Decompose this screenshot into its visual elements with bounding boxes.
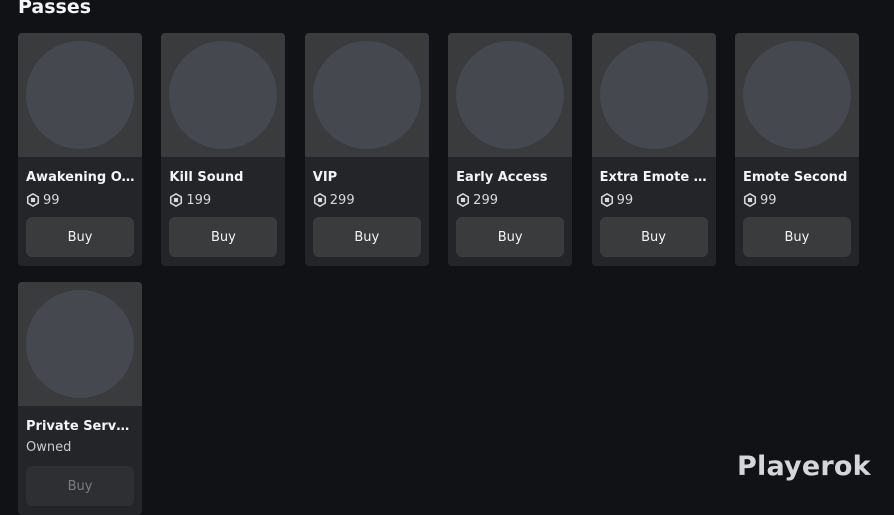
price-value: 99 [43,192,60,208]
pass-thumbnail[interactable] [161,33,286,157]
pass-name[interactable]: Awakening O... [26,170,136,186]
owned-status: Owned [26,440,72,455]
pass-price: 99 [26,192,60,208]
pass-card[interactable]: Extra Emote S... 99 Buy [591,33,716,266]
buy-button-disabled: Buy [26,466,134,506]
price-value: 99 [616,192,634,208]
pass-name[interactable]: Emote Second [743,170,853,186]
placeholder-thumbnail-icon [26,41,134,149]
pass-card[interactable]: Early Access 299 Buy [448,33,573,266]
pass-name[interactable]: Private Server... [26,419,136,435]
buy-button[interactable]: Buy [26,217,134,257]
passes-page: Passes Awakening O... 99 Buy Kill Sound … [0,0,894,515]
price-value: 99 [759,192,777,208]
pass-thumbnail[interactable] [734,33,859,157]
pass-name[interactable]: VIP [313,170,423,186]
buy-button[interactable]: Buy [456,217,565,257]
pass-thumbnail[interactable] [304,33,429,157]
pass-price: 99 [743,192,777,208]
buy-button[interactable]: Buy [312,217,421,257]
pass-card[interactable]: Awakening O... 99 Buy [18,33,142,266]
robux-icon [743,193,756,207]
pass-price: 299 [313,192,355,208]
pass-price: 99 [600,192,634,208]
pass-card-owned[interactable]: Private Server... Owned Buy [18,282,142,515]
pass-price: 199 [169,192,211,208]
pass-name[interactable]: Kill Sound [169,170,279,186]
placeholder-thumbnail-icon [169,41,278,149]
pass-thumbnail[interactable] [448,33,573,157]
pass-name[interactable]: Extra Emote S... [600,170,710,186]
price-value: 199 [186,192,212,208]
buy-button[interactable]: Buy [599,217,708,257]
robux-icon [457,193,470,207]
robux-icon [26,193,40,207]
robux-icon [170,193,183,207]
passes-grid: Awakening O... 99 Buy Kill Sound 199 Buy… [18,33,878,515]
pass-card[interactable]: Kill Sound 199 Buy [161,33,286,266]
buy-button[interactable]: Buy [742,217,851,257]
playerok-watermark: Playerok [737,451,871,482]
pass-thumbnail[interactable] [591,33,716,157]
pass-name[interactable]: Early Access [456,170,566,186]
placeholder-thumbnail-icon [26,290,134,398]
pass-thumbnail[interactable] [18,33,142,157]
section-title: Passes [18,0,92,18]
placeholder-thumbnail-icon [456,41,565,149]
placeholder-thumbnail-icon [312,41,421,149]
pass-thumbnail[interactable] [18,282,142,406]
placeholder-thumbnail-icon [742,41,851,149]
price-value: 299 [473,192,498,208]
pass-price: 299 [456,192,498,208]
pass-card[interactable]: VIP 299 Buy [304,33,429,266]
pass-card[interactable]: Emote Second 99 Buy [734,33,859,266]
price-value: 299 [329,192,355,208]
robux-icon [600,193,613,207]
placeholder-thumbnail-icon [599,41,708,149]
buy-button[interactable]: Buy [169,217,278,257]
robux-icon [313,193,326,207]
